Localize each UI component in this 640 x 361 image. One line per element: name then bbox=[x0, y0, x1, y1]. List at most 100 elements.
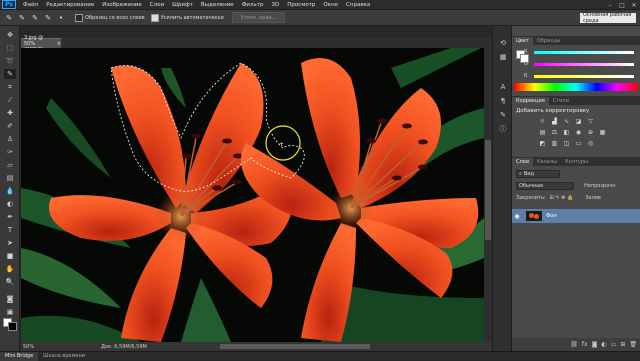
add-to-selection-icon[interactable]: ✎ bbox=[30, 13, 40, 23]
close-icon[interactable]: ✕ bbox=[630, 1, 638, 9]
type-icon[interactable]: T bbox=[4, 225, 16, 235]
move-icon[interactable]: ✥ bbox=[4, 30, 16, 40]
shape-icon[interactable]: ■ bbox=[4, 251, 16, 261]
sample-all-layers-checkbox[interactable] bbox=[75, 13, 83, 22]
hue-saturation-icon[interactable]: ▤ bbox=[538, 128, 547, 136]
fx-icon[interactable]: fx bbox=[582, 341, 588, 348]
workspace-select[interactable]: Основная рабочая среда bbox=[580, 12, 636, 24]
quick-selection-icon[interactable]: ✎ bbox=[4, 69, 16, 79]
menu-filter[interactable]: Фильтр bbox=[238, 2, 268, 8]
blend-mode-select[interactable]: Обычные bbox=[516, 181, 574, 190]
horizontal-scroll-thumb[interactable] bbox=[220, 344, 370, 349]
image-canvas[interactable]: + bbox=[21, 48, 484, 342]
tab-layers[interactable]: Слои bbox=[512, 158, 533, 166]
menu-edit[interactable]: Редактирование bbox=[42, 2, 98, 8]
crop-icon[interactable]: ⌗ bbox=[4, 82, 16, 92]
exposure-icon[interactable]: ◪ bbox=[574, 117, 583, 125]
levels-icon[interactable]: ▟ bbox=[550, 117, 559, 125]
mask-icon[interactable]: ◙ bbox=[592, 341, 598, 348]
lasso-icon[interactable]: ➰ bbox=[4, 56, 16, 66]
dodge-icon[interactable]: ◐ bbox=[4, 199, 16, 209]
maximize-icon[interactable]: □ bbox=[618, 1, 626, 9]
trash-icon[interactable]: 🗑 bbox=[629, 341, 637, 348]
tab-channels[interactable]: Каналы bbox=[533, 158, 561, 166]
properties-icon[interactable]: ▦ bbox=[498, 52, 508, 62]
eraser-icon[interactable]: ▱ bbox=[4, 160, 16, 170]
slider-b[interactable] bbox=[534, 75, 634, 78]
stamp-icon[interactable]: ♙ bbox=[4, 134, 16, 144]
layer-row[interactable]: ◉ Фон bbox=[512, 209, 640, 223]
zoom-icon[interactable]: 🔍 bbox=[4, 277, 16, 287]
color-lookup-icon[interactable]: ▦ bbox=[598, 128, 607, 136]
character-icon[interactable]: A bbox=[498, 82, 508, 92]
marquee-icon[interactable]: ⬚ bbox=[4, 43, 16, 53]
menu-view[interactable]: Просмотр bbox=[283, 2, 319, 8]
quick-selection-tool-icon[interactable]: ✎ bbox=[4, 13, 14, 23]
close-tab-icon[interactable]: × bbox=[57, 41, 61, 47]
selective-color-icon[interactable]: ◎ bbox=[586, 139, 595, 147]
menu-type[interactable]: Шрифт bbox=[168, 2, 197, 8]
tab-styles[interactable]: Стили bbox=[549, 97, 573, 105]
screen-mode-icon[interactable]: ▣ bbox=[4, 307, 16, 317]
brightness-icon[interactable]: ☼ bbox=[538, 117, 547, 125]
blur-icon[interactable]: 💧 bbox=[4, 186, 16, 196]
new-selection-icon[interactable]: ✎ bbox=[17, 13, 27, 23]
color-spectrum[interactable] bbox=[514, 83, 638, 91]
folder-icon[interactable]: ▭ bbox=[611, 341, 617, 348]
history-brush-icon[interactable]: ✑ bbox=[4, 147, 16, 157]
menu-select[interactable]: Выделение bbox=[197, 2, 238, 8]
new-layer-icon[interactable]: ⊞ bbox=[620, 341, 625, 348]
hand-icon[interactable]: ✋ bbox=[4, 264, 16, 274]
color-balance-icon[interactable]: ⚖ bbox=[550, 128, 559, 136]
gradient-icon[interactable]: ▤ bbox=[4, 173, 16, 183]
lock-icons[interactable]: ⊞ ✎ ✥ 🔒 bbox=[550, 195, 574, 201]
paragraph-icon[interactable]: ¶ bbox=[498, 96, 508, 106]
vertical-scroll-thumb[interactable] bbox=[485, 140, 491, 240]
menu-window[interactable]: Окно bbox=[319, 2, 342, 8]
refine-edge-button[interactable]: Уточн. край... bbox=[231, 12, 286, 23]
zoom-level[interactable]: 50% bbox=[21, 344, 41, 350]
menu-file[interactable]: Файл bbox=[19, 2, 42, 8]
tab-timeline[interactable]: Шкала времени bbox=[38, 352, 90, 361]
pen-icon[interactable]: ✒ bbox=[4, 212, 16, 222]
tab-adjustments[interactable]: Коррекция bbox=[512, 97, 549, 105]
tab-color[interactable]: Цвет bbox=[512, 37, 533, 45]
link-icon[interactable]: ⛓ bbox=[570, 341, 578, 348]
tab-swatches[interactable]: Образцы bbox=[533, 37, 564, 45]
black-white-icon[interactable]: ◧ bbox=[562, 128, 571, 136]
slider-r[interactable] bbox=[534, 51, 634, 54]
photo-filter-icon[interactable]: ◉ bbox=[574, 128, 583, 136]
vibrance-icon[interactable]: ▽ bbox=[586, 117, 595, 125]
layer-name[interactable]: Фон bbox=[546, 213, 557, 219]
menu-image[interactable]: Изображение bbox=[98, 2, 146, 8]
menu-help[interactable]: Справка bbox=[342, 2, 374, 8]
healing-icon[interactable]: ✚ bbox=[4, 108, 16, 118]
info-icon[interactable]: ⓘ bbox=[498, 124, 508, 134]
brush-size-icon[interactable]: • bbox=[56, 13, 66, 23]
background-color-swatch[interactable] bbox=[8, 322, 17, 331]
subtract-selection-icon[interactable]: ✎ bbox=[43, 13, 53, 23]
gradient-map-icon[interactable]: ▭ bbox=[574, 139, 583, 147]
document-tab[interactable]: 3.jpg @ 50% (RGB/8) × bbox=[21, 35, 61, 53]
slider-g[interactable] bbox=[534, 63, 634, 66]
brush-presets-icon[interactable]: ✎ bbox=[498, 110, 508, 120]
curves-icon[interactable]: ∿ bbox=[562, 117, 571, 125]
eye-icon[interactable]: ◉ bbox=[512, 213, 522, 220]
minimize-icon[interactable]: – bbox=[606, 1, 614, 9]
tab-mini-bridge[interactable]: Mini Bridge bbox=[0, 351, 39, 361]
channel-mixer-icon[interactable]: ⊕ bbox=[586, 128, 595, 136]
auto-enhance-checkbox[interactable] bbox=[150, 13, 159, 22]
menu-3d[interactable]: 3D bbox=[267, 2, 283, 8]
edit-quick-mask-icon[interactable]: ◙ bbox=[4, 294, 16, 304]
adjustment-layer-icon[interactable]: ◐ bbox=[601, 341, 606, 348]
eyedropper-icon[interactable]: ⁄ bbox=[4, 95, 16, 105]
threshold-icon[interactable]: ◫ bbox=[562, 139, 571, 147]
path-selection-icon[interactable]: ➤ bbox=[4, 238, 16, 248]
tab-paths[interactable]: Контуры bbox=[561, 158, 592, 166]
brush-icon[interactable]: ✐ bbox=[4, 121, 16, 131]
invert-icon[interactable]: ◩ bbox=[538, 139, 547, 147]
layer-kind-select[interactable]: ⌕ Вид bbox=[516, 169, 560, 178]
menu-layers[interactable]: Слои bbox=[146, 2, 168, 8]
posterize-icon[interactable]: ▥ bbox=[550, 139, 559, 147]
history-icon[interactable]: ⟲ bbox=[498, 38, 508, 48]
